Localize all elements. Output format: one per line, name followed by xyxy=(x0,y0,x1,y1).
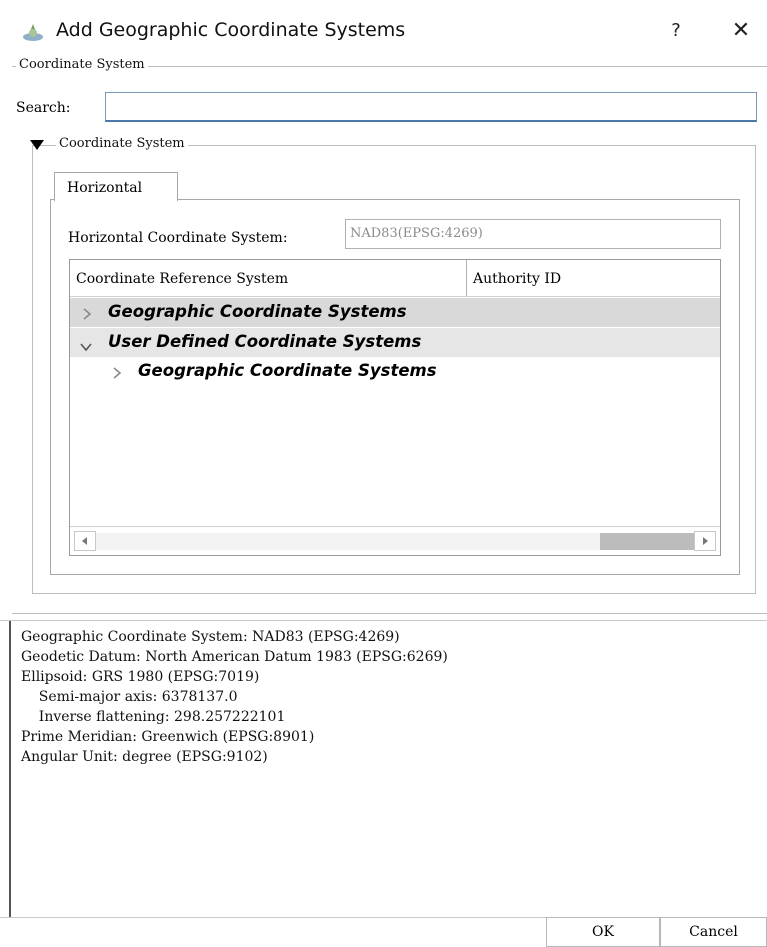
crs-details-panel: Geographic Coordinate System: NAD83 (EPS… xyxy=(9,621,767,917)
tab-horizontal[interactable]: Horizontal xyxy=(54,172,178,201)
collapse-triangle-icon[interactable] xyxy=(30,136,44,150)
window-title: Add Geographic Coordinate Systems xyxy=(56,19,406,41)
tree-row-label: Geographic Coordinate Systems xyxy=(138,361,437,380)
chevron-right-icon[interactable] xyxy=(82,305,92,320)
help-button[interactable]: ? xyxy=(662,16,690,46)
details-line: Geodetic Datum: North American Datum 198… xyxy=(21,649,448,665)
scroll-right-arrow-icon[interactable] xyxy=(694,531,716,551)
details-line: Prime Meridian: Greenwich (EPSG:8901) xyxy=(21,729,315,745)
details-line: Semi-major axis: 6378137.0 xyxy=(21,689,238,705)
globe-app-icon xyxy=(22,22,44,42)
chevron-right-icon[interactable] xyxy=(112,364,122,379)
inner-group-legend: Coordinate System xyxy=(56,136,188,151)
column-header-authority-id[interactable]: Authority ID xyxy=(467,260,720,297)
search-label: Search: xyxy=(16,100,71,116)
scroll-thumb[interactable] xyxy=(600,533,694,550)
tree-row-user-defined-cs[interactable]: User Defined Coordinate Systems xyxy=(70,328,720,357)
horizontal-cs-field: NAD83(EPSG:4269) xyxy=(345,219,721,249)
column-header-crs[interactable]: Coordinate Reference System xyxy=(70,260,467,297)
horizontal-scrollbar[interactable] xyxy=(70,526,720,555)
details-line: Inverse flattening: 298.257222101 xyxy=(21,709,286,725)
horizontal-cs-label: Horizontal Coordinate System: xyxy=(68,230,288,246)
ok-button[interactable]: OK xyxy=(546,917,660,947)
crs-tree-table: Coordinate Reference System Authority ID… xyxy=(69,259,721,556)
details-line: Angular Unit: degree (EPSG:9102) xyxy=(21,749,268,765)
tree-row-label: Geographic Coordinate Systems xyxy=(108,302,407,321)
coordinate-system-group-legend: Coordinate System xyxy=(16,57,148,72)
chevron-down-icon[interactable] xyxy=(80,337,92,352)
close-icon: ✕ xyxy=(731,18,751,43)
tree-row-label: User Defined Coordinate Systems xyxy=(108,332,422,351)
close-button[interactable]: ✕ xyxy=(724,16,758,46)
details-line: Geographic Coordinate System: NAD83 (EPS… xyxy=(21,629,400,645)
details-line: Ellipsoid: GRS 1980 (EPSG:7019) xyxy=(21,669,260,685)
cancel-button[interactable]: Cancel xyxy=(660,917,767,947)
tree-row-geographic-cs[interactable]: Geographic Coordinate Systems xyxy=(70,298,720,327)
tree-row-user-geographic-cs[interactable]: Geographic Coordinate Systems xyxy=(70,357,720,386)
search-input[interactable] xyxy=(105,92,757,122)
scroll-left-arrow-icon[interactable] xyxy=(74,531,96,551)
